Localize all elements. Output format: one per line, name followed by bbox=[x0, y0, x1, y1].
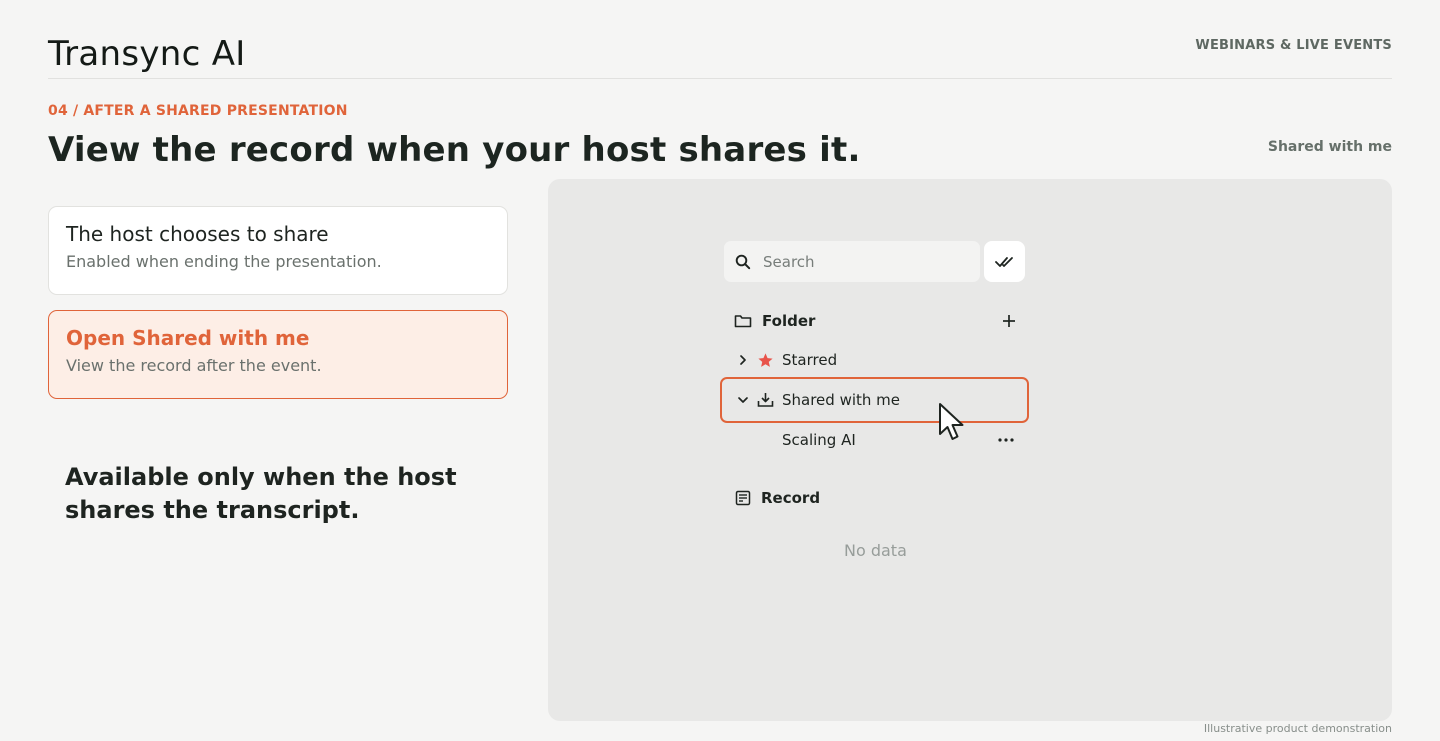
cursor-icon bbox=[938, 402, 972, 448]
step-title: The host chooses to share bbox=[66, 222, 329, 246]
context-label: Shared with me bbox=[1267, 139, 1392, 155]
search-icon bbox=[735, 254, 751, 270]
sidebar-item-starred[interactable]: Starred bbox=[737, 350, 837, 370]
demo-caption: Illustrative product demonstration bbox=[1203, 722, 1392, 735]
step-card-host-shares[interactable]: The host chooses to share Enabled when e… bbox=[48, 206, 508, 295]
record-label: Record bbox=[761, 489, 821, 507]
brand-logo: Transync AI bbox=[48, 34, 246, 74]
empty-state-text: No data bbox=[844, 541, 907, 560]
star-icon bbox=[757, 352, 774, 369]
record-section-header: Record bbox=[735, 488, 820, 508]
folder-label: Folder bbox=[762, 312, 816, 330]
step-eyebrow: 04 / AFTER A SHARED PRESENTATION bbox=[48, 103, 348, 119]
folder-icon bbox=[734, 313, 752, 329]
availability-note: Available only when the host shares the … bbox=[65, 463, 457, 524]
chevron-right-icon[interactable] bbox=[737, 354, 749, 366]
item-title: Scaling AI bbox=[782, 431, 856, 449]
record-icon bbox=[735, 490, 751, 506]
more-icon[interactable] bbox=[998, 438, 1014, 442]
step-card-open-shared[interactable]: Open Shared with me View the record afte… bbox=[48, 310, 508, 399]
list-item-scaling-ai[interactable]: Scaling AI bbox=[782, 430, 1014, 450]
step-description: Enabled when ending the presentation. bbox=[66, 252, 382, 271]
sidebar-item-shared-with-me[interactable]: Shared with me bbox=[737, 390, 900, 410]
double-check-icon bbox=[994, 255, 1015, 269]
page-title: View the record when your host shares it… bbox=[48, 130, 861, 170]
plus-icon[interactable] bbox=[1002, 314, 1016, 328]
section-label: WEBINARS & LIVE EVENTS bbox=[1195, 38, 1392, 53]
chevron-down-icon[interactable] bbox=[737, 394, 749, 406]
folder-section-header: Folder bbox=[734, 311, 1016, 331]
step-title: Open Shared with me bbox=[66, 326, 310, 350]
starred-label: Starred bbox=[782, 351, 838, 369]
shared-with-me-label: Shared with me bbox=[782, 391, 901, 409]
download-icon bbox=[757, 392, 774, 408]
header-divider bbox=[48, 78, 1392, 79]
search-input[interactable]: Search bbox=[724, 241, 980, 282]
search-placeholder: Search bbox=[763, 252, 815, 271]
step-description: View the record after the event. bbox=[66, 356, 322, 375]
mark-all-read-button[interactable] bbox=[984, 241, 1025, 282]
